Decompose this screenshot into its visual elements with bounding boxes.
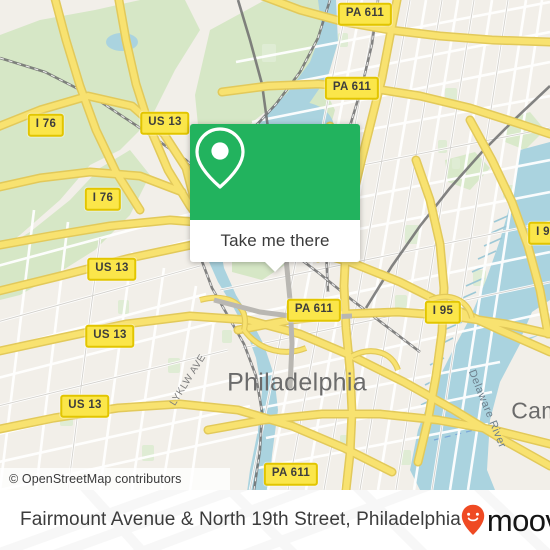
- map-canvas[interactable]: Philadelphia Cam Delaware River LYKLW AV…: [0, 0, 550, 490]
- map-label-camden: Cam: [511, 397, 550, 424]
- highway-shield-pa-611[interactable]: PA 611: [263, 462, 319, 486]
- location-address: Fairmount Avenue & North 19th Street, Ph…: [20, 509, 461, 530]
- footer-bar: Fairmount Avenue & North 19th Street, Ph…: [0, 490, 550, 550]
- attribution-text: © OpenStreetMap contributors: [9, 472, 182, 486]
- highway-shield-i-95[interactable]: I 9: [528, 221, 550, 245]
- highway-shield-pa-611[interactable]: PA 611: [324, 76, 380, 100]
- location-popup-card[interactable]: Take me there: [190, 124, 360, 272]
- highway-shield-us-13[interactable]: US 13: [60, 394, 110, 418]
- popup-pointer-tail: [264, 261, 286, 272]
- highway-shield-us-13[interactable]: US 13: [140, 111, 190, 135]
- highway-shield-i-76[interactable]: I 76: [27, 113, 65, 137]
- take-me-there-label: Take me there: [220, 231, 330, 250]
- highway-shield-us-13[interactable]: US 13: [85, 324, 135, 348]
- highway-shield-i-95[interactable]: I 95: [424, 300, 462, 324]
- map-label-philadelphia: Philadelphia: [227, 368, 367, 397]
- highway-shield-pa-611[interactable]: PA 611: [286, 298, 342, 322]
- map-screenshot: Philadelphia Cam Delaware River LYKLW AV…: [0, 0, 550, 550]
- moovit-brand[interactable]: moovit: [461, 504, 550, 536]
- popup-icon-area: [190, 124, 360, 220]
- moovit-pin-smiley-icon: [461, 504, 485, 535]
- take-me-there-button[interactable]: Take me there: [190, 220, 360, 262]
- moovit-wordmark: moovit: [486, 502, 550, 538]
- map-pin-icon: [195, 127, 245, 189]
- highway-shield-i-76[interactable]: I 76: [84, 187, 122, 211]
- highway-shield-us-13[interactable]: US 13: [87, 257, 137, 281]
- map-attribution[interactable]: © OpenStreetMap contributors: [0, 468, 230, 490]
- highway-shield-pa-611[interactable]: PA 611: [337, 2, 393, 26]
